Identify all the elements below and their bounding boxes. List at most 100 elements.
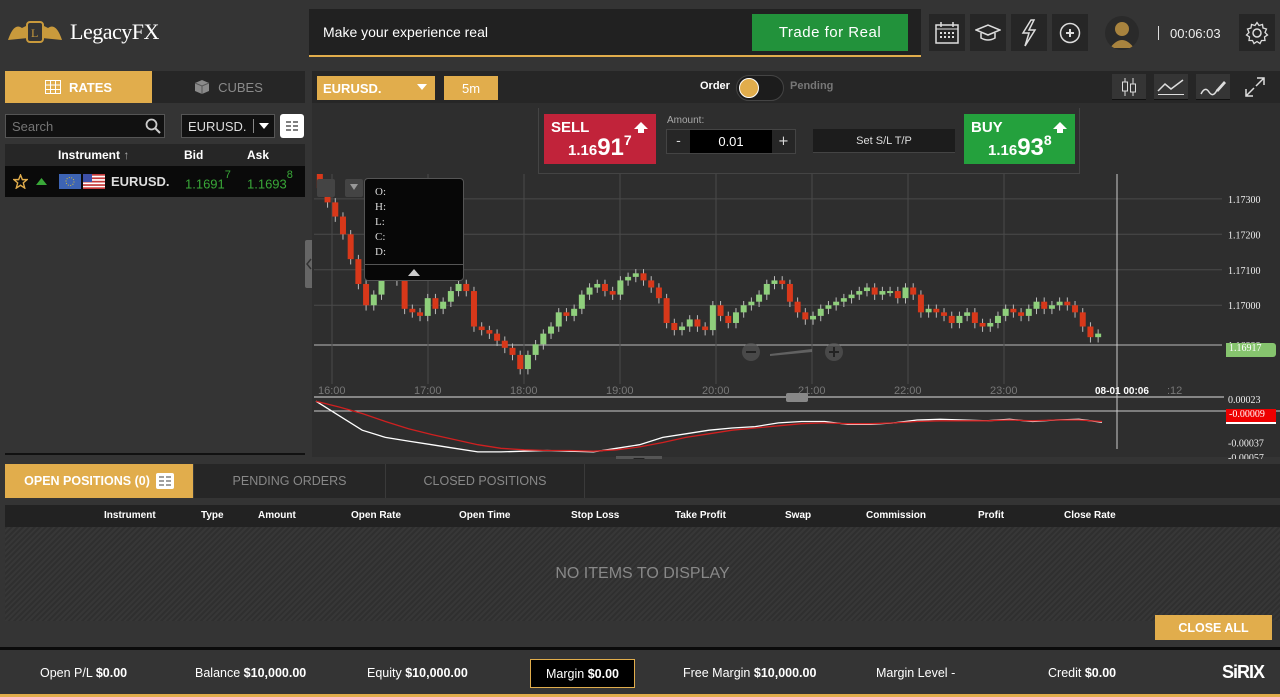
candle: [763, 283, 770, 295]
order-mode-label: Order: [700, 80, 730, 92]
fullscreen-button[interactable]: [1238, 74, 1272, 100]
add-button[interactable]: [1052, 14, 1088, 51]
candle: [424, 298, 431, 316]
candle: [902, 287, 909, 299]
list-view-button[interactable]: [280, 114, 304, 138]
candle: [617, 280, 624, 295]
star-icon[interactable]: [13, 174, 28, 189]
collapse-tooltip-button[interactable]: [365, 264, 463, 280]
candle: [933, 308, 940, 313]
fullscreen-icon: [1245, 77, 1265, 97]
col-ask[interactable]: Ask: [247, 148, 269, 162]
pending-mode-label: Pending: [790, 80, 834, 92]
sell-button[interactable]: SELL 1.16917: [544, 114, 656, 164]
sirix-logo: SiRIX: [1222, 662, 1265, 682]
us-flag-icon: [83, 174, 105, 189]
candle: [1064, 301, 1071, 306]
tab-open-positions[interactable]: OPEN POSITIONS (0): [5, 464, 194, 498]
x-tick-label: 23:00: [990, 385, 1018, 397]
candle: [571, 308, 578, 316]
positions-tabs: OPEN POSITIONS (0) PENDING ORDERS CLOSED…: [5, 464, 1280, 498]
tab-cubes[interactable]: CUBES: [152, 71, 305, 103]
candle: [1033, 301, 1040, 309]
search-input[interactable]: [5, 114, 165, 138]
tab-pending-orders[interactable]: PENDING ORDERS: [194, 464, 386, 498]
candle: [594, 283, 601, 288]
candle: [694, 319, 701, 327]
list-icon[interactable]: [155, 473, 174, 489]
col-amount[interactable]: Amount: [258, 510, 296, 521]
draw-tool-button: [317, 179, 335, 197]
quick-trade-button[interactable]: [1011, 14, 1047, 51]
candle: [540, 333, 547, 345]
order-panel: SELL 1.16917 Amount: - 0.01 + Set S/L T/…: [538, 108, 1080, 174]
tab-rates[interactable]: RATES: [5, 71, 152, 103]
user-avatar[interactable]: [1105, 16, 1139, 50]
candle: [1048, 305, 1055, 309]
col-open-time[interactable]: Open Time: [459, 510, 511, 521]
y-tick-label: 1.17000: [1228, 301, 1261, 312]
lightning-icon: [1021, 18, 1037, 46]
ask-pip: 8: [286, 169, 293, 181]
ask-price[interactable]: 1.16938: [247, 169, 293, 192]
candle: [509, 347, 516, 355]
search-icon[interactable]: [145, 118, 161, 134]
buy-button[interactable]: BUY 1.16938: [964, 114, 1075, 164]
col-instrument[interactable]: Instrument ↑: [58, 148, 129, 162]
decrease-amount-button[interactable]: -: [667, 130, 690, 153]
calendar-button[interactable]: [929, 14, 965, 51]
settings-button[interactable]: [1239, 14, 1275, 51]
amount-input[interactable]: 0.01: [690, 134, 772, 149]
ohlc-open-label: O:: [375, 186, 386, 198]
list-icon: [286, 121, 298, 131]
symbol-select[interactable]: EURUSD.: [317, 76, 435, 100]
candle: [732, 312, 739, 323]
instrument-filter-select[interactable]: EURUSD.: [181, 114, 275, 138]
indicators-button[interactable]: [1154, 74, 1188, 100]
chart-type-button[interactable]: [1112, 74, 1146, 100]
col-commission[interactable]: Commission: [866, 510, 926, 521]
candle: [532, 344, 539, 355]
indicator-line-macd: [315, 400, 1103, 453]
col-open-rate[interactable]: Open Rate: [351, 510, 401, 521]
close-all-button[interactable]: CLOSE ALL: [1155, 615, 1272, 640]
drawing-tools-button[interactable]: [1196, 74, 1230, 100]
tab-closed-positions[interactable]: CLOSED POSITIONS: [386, 464, 585, 498]
instrument-name: EURUSD.: [111, 174, 170, 189]
candle: [1072, 305, 1079, 313]
ask-main: 1.1693: [247, 176, 287, 192]
candle: [709, 305, 716, 331]
candle: [810, 315, 817, 320]
sell-price: 1.16917: [568, 132, 632, 162]
col-take-profit[interactable]: Take Profit: [675, 510, 726, 521]
indicator-value-tag: -0.00009: [1226, 409, 1276, 424]
candle: [833, 301, 840, 306]
col-close-rate[interactable]: Close Rate: [1064, 510, 1116, 521]
credit-label: Credit: [1048, 666, 1082, 680]
col-swap[interactable]: Swap: [785, 510, 811, 521]
candle: [586, 287, 593, 295]
col-bid[interactable]: Bid: [184, 148, 203, 162]
order-pending-toggle[interactable]: [736, 75, 784, 101]
candle: [409, 308, 416, 313]
arrow-up-icon: [634, 122, 648, 133]
bid-price[interactable]: 1.16917: [185, 169, 231, 191]
education-button[interactable]: [970, 14, 1006, 51]
x-tick-label: :12: [1167, 385, 1182, 397]
trade-for-real-button[interactable]: Trade for Real: [752, 14, 908, 51]
increase-amount-button[interactable]: +: [772, 130, 795, 153]
col-profit[interactable]: Profit: [978, 510, 1004, 521]
col-type[interactable]: Type: [201, 510, 224, 521]
candle: [655, 287, 662, 299]
set-sl-tp-button[interactable]: Set S/L T/P: [813, 129, 955, 153]
promo-text: Make your experience real: [323, 24, 488, 40]
candle: [517, 354, 524, 370]
timeframe-select[interactable]: 5m: [444, 76, 498, 100]
rate-row[interactable]: EURUSD. 1.16917 1.16938: [5, 166, 305, 197]
col-instrument[interactable]: Instrument: [104, 510, 156, 521]
candle: [640, 273, 647, 281]
candle: [363, 283, 370, 306]
lion-crest-icon: L: [8, 21, 62, 43]
zoom-slider: [770, 349, 812, 356]
col-stop-loss[interactable]: Stop Loss: [571, 510, 619, 521]
